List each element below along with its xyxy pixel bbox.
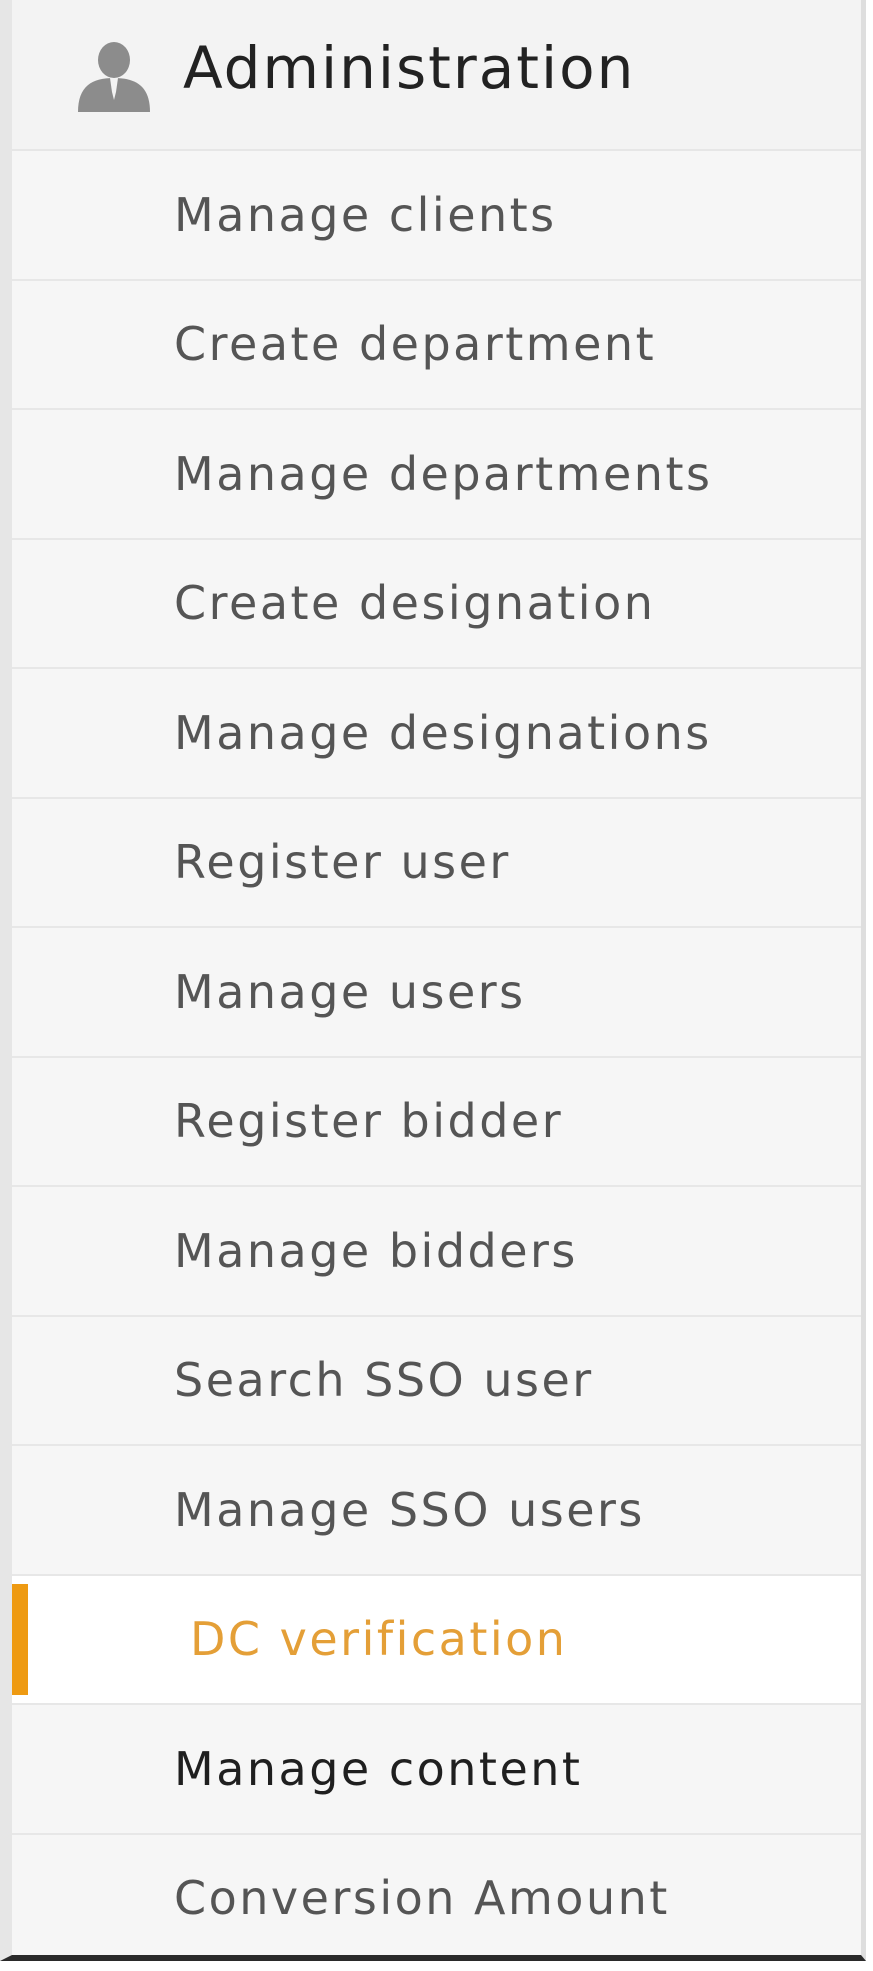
menu-item-label: Create department bbox=[174, 317, 657, 372]
menu-item-label: Manage clients bbox=[174, 187, 557, 242]
menu-item-manage-users[interactable]: Manage users bbox=[12, 928, 861, 1058]
menu-item-search-sso-user[interactable]: Search SSO user bbox=[12, 1316, 861, 1446]
menu-item-label: DC verification bbox=[190, 1612, 568, 1667]
menu-item-label: Manage bidders bbox=[174, 1223, 578, 1278]
menu-item-manage-designations[interactable]: Manage designations bbox=[12, 669, 861, 799]
menu-item-dc-verification[interactable]: DC verification bbox=[12, 1575, 861, 1705]
menu-item-manage-departments[interactable]: Manage departments bbox=[12, 410, 861, 540]
menu-item-manage-bidders[interactable]: Manage bidders bbox=[12, 1187, 861, 1317]
menu-item-label: Register user bbox=[174, 835, 511, 890]
menu-item-manage-content[interactable]: Manage content bbox=[12, 1705, 861, 1835]
menu-item-label: Manage users bbox=[174, 964, 526, 1019]
menu-item-label: Create designation bbox=[174, 576, 656, 631]
menu-item-register-bidder[interactable]: Register bidder bbox=[12, 1057, 861, 1187]
menu-item-label: Manage designations bbox=[174, 705, 712, 760]
menu-item-create-department[interactable]: Create department bbox=[12, 280, 861, 410]
menu-item-label: Conversion Amount bbox=[174, 1871, 670, 1926]
menu-item-label: Manage SSO users bbox=[174, 1482, 645, 1537]
menu-item-manage-clients[interactable]: Manage clients bbox=[12, 151, 861, 281]
menu-item-label: Manage departments bbox=[174, 446, 713, 501]
admin-sidebar-panel: Administration Manage clients Create depa… bbox=[0, 0, 866, 1961]
section-header[interactable]: Administration bbox=[12, 0, 861, 151]
menu-item-register-user[interactable]: Register user bbox=[12, 798, 861, 928]
menu-item-label: Register bidder bbox=[174, 1094, 564, 1149]
menu-item-label: Manage content bbox=[174, 1741, 583, 1796]
menu-item-conversion-amount[interactable]: Conversion Amount bbox=[12, 1834, 861, 1955]
section-title: Administration bbox=[183, 34, 636, 102]
menu-item-create-designation[interactable]: Create designation bbox=[12, 539, 861, 669]
menu-item-label: Search SSO user bbox=[174, 1353, 594, 1408]
admin-menu: Manage clients Create department Manage de… bbox=[12, 151, 861, 1955]
user-icon bbox=[74, 40, 154, 112]
menu-item-manage-sso-users[interactable]: Manage SSO users bbox=[12, 1446, 861, 1576]
